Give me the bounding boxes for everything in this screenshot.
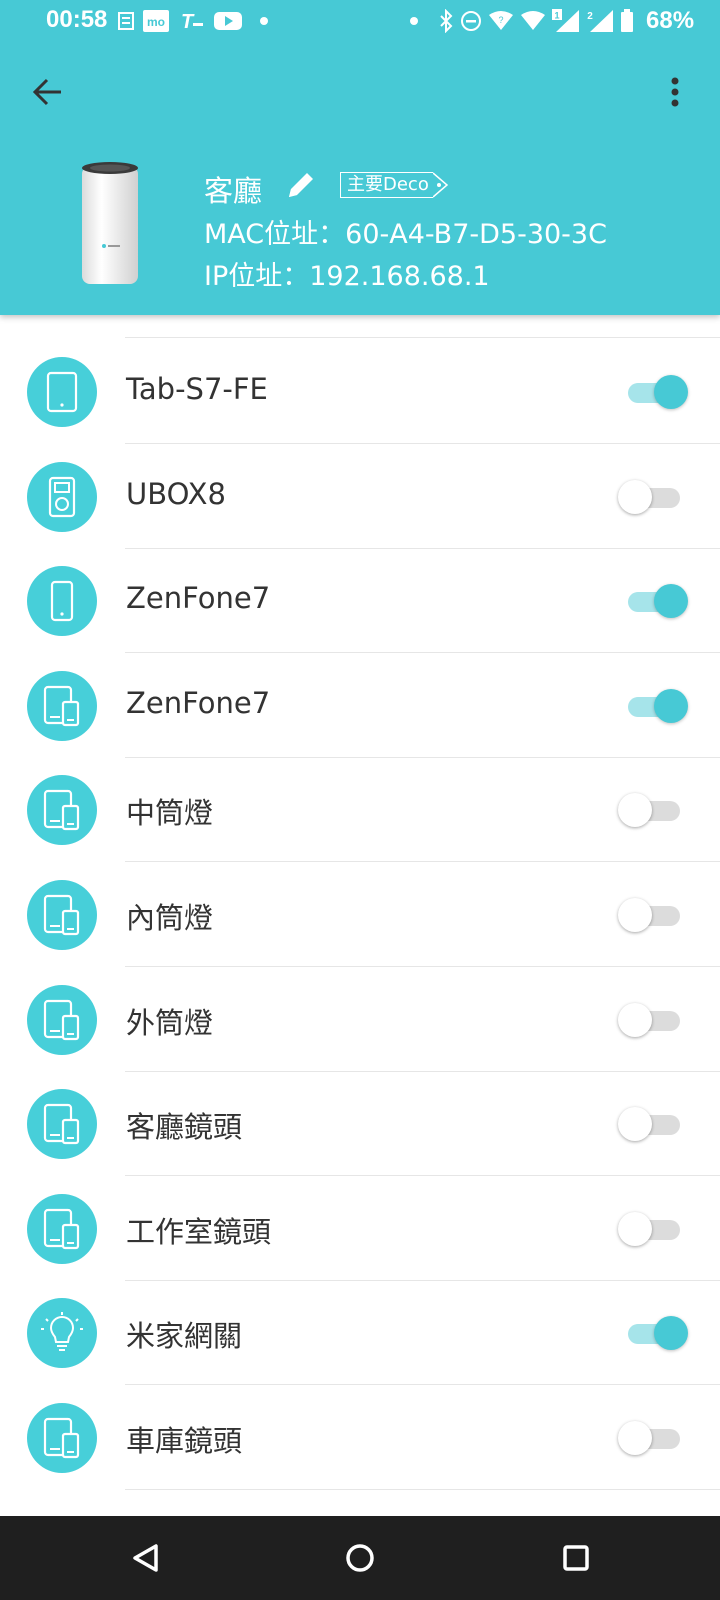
lightbulb-icon xyxy=(27,1298,97,1369)
nav-home-icon[interactable] xyxy=(340,1538,380,1578)
toggle-thumb xyxy=(618,1211,652,1246)
device-name-label: 工作室鏡頭 xyxy=(126,1214,272,1249)
client-device-list[interactable]: Tab-S7-FE UBOX8 ZenFone7 ZenFone7 中筒燈內筒燈外筒燈客… xyxy=(0,315,720,1515)
signal-sim1-icon: 1 xyxy=(552,9,579,32)
battery-icon xyxy=(621,9,633,32)
multi-device-icon xyxy=(27,1403,97,1473)
edit-pencil-icon[interactable] xyxy=(284,168,318,202)
youtube-icon xyxy=(214,12,242,30)
mo-app-icon: mo xyxy=(143,10,169,32)
toggle-thumb xyxy=(654,375,688,409)
toggle-thumb xyxy=(618,1002,652,1037)
device-name-label: 車庫鏡頭 xyxy=(126,1424,243,1458)
toggle-thumb xyxy=(618,1421,652,1455)
status-bar: 00:58 mo T ? 1 2 68% xyxy=(0,0,720,42)
device-toggle-switch[interactable] xyxy=(620,372,690,412)
device-toggle-switch[interactable] xyxy=(618,477,690,517)
battery-percent: 68% xyxy=(646,7,695,34)
device-row[interactable]: 客廳鏡頭 xyxy=(0,1070,720,1177)
dnd-icon xyxy=(461,11,481,31)
device-name-label: Tab-S7-FE xyxy=(126,372,268,406)
indicator-dot xyxy=(410,17,418,25)
nav-recents-icon[interactable] xyxy=(556,1538,596,1578)
more-notifications-dot xyxy=(260,17,268,25)
device-toggle-switch[interactable] xyxy=(618,1209,690,1249)
device-mac: MAC位址：60-A4-B7-D5-30-3C xyxy=(204,219,607,250)
main-deco-badge-label: 主要Deco xyxy=(340,172,433,198)
status-time: 00:58 xyxy=(46,6,108,33)
status-icons-right: ? 1 2 68% xyxy=(410,6,694,36)
toggle-thumb xyxy=(618,898,652,932)
bluetooth-icon xyxy=(440,9,453,33)
device-row[interactable]: Tab-S7-FE xyxy=(0,338,720,444)
toggle-thumb xyxy=(654,688,688,723)
device-row[interactable]: ZenFone7 xyxy=(0,652,720,758)
device-row[interactable]: 中筒燈 xyxy=(0,756,720,863)
device-name-label: 外筒燈 xyxy=(126,1005,214,1040)
wifi-icon: ? xyxy=(489,11,513,30)
device-name-label: 中筒燈 xyxy=(126,796,214,831)
svg-text:1: 1 xyxy=(554,11,559,21)
multi-device-icon xyxy=(27,1193,97,1264)
multi-device-icon xyxy=(27,1089,97,1160)
device-toggle-switch[interactable] xyxy=(618,895,690,935)
more-options-icon[interactable] xyxy=(660,72,690,112)
svg-text:mo: mo xyxy=(147,15,165,29)
device-name: 客廳 xyxy=(204,174,263,208)
main-deco-badge: 主要Deco xyxy=(340,172,449,198)
wifi-2-icon xyxy=(521,11,545,30)
device-row[interactable]: 米家網關 xyxy=(0,1279,720,1386)
device-toggle-switch[interactable] xyxy=(618,1104,690,1144)
media-box-icon xyxy=(27,461,97,532)
device-row[interactable]: 外筒燈 xyxy=(0,966,720,1072)
svg-text:T: T xyxy=(181,11,195,33)
phone-icon xyxy=(27,566,97,637)
multi-device-icon xyxy=(27,880,97,950)
toggle-thumb xyxy=(618,1107,652,1142)
device-name-label: UBOX8 xyxy=(126,476,226,511)
device-toggle-switch[interactable] xyxy=(618,790,690,830)
list-divider xyxy=(125,1489,720,1490)
device-name-label: 客廳鏡頭 xyxy=(126,1110,243,1145)
toggle-thumb xyxy=(618,479,652,514)
system-nav-bar xyxy=(0,1516,720,1600)
device-toggle-switch[interactable] xyxy=(620,581,690,621)
device-name-label: ZenFone7 xyxy=(126,581,271,616)
device-row[interactable]: 內筒燈 xyxy=(0,861,720,967)
tablet-icon xyxy=(27,357,97,427)
multi-device-icon xyxy=(27,984,97,1055)
nav-back-icon[interactable] xyxy=(126,1538,166,1578)
status-icons-left: mo T xyxy=(118,8,268,34)
device-toggle-switch[interactable] xyxy=(618,1000,690,1040)
multi-device-icon xyxy=(27,775,97,846)
device-name-label: 米家網關 xyxy=(126,1319,243,1354)
device-row[interactable]: 車庫鏡頭 xyxy=(0,1384,720,1490)
back-arrow-icon[interactable] xyxy=(28,72,68,112)
svg-text:2: 2 xyxy=(587,11,593,22)
t-app-icon: T xyxy=(181,11,203,33)
device-name-label: 內筒燈 xyxy=(126,901,214,935)
deco-device-image xyxy=(82,162,138,284)
notification-icon xyxy=(118,12,134,30)
device-row[interactable]: 工作室鏡頭 xyxy=(0,1175,720,1281)
device-name-label: ZenFone7 xyxy=(126,685,271,720)
device-row[interactable]: ZenFone7 xyxy=(0,547,720,654)
signal-sim2-icon: 2 xyxy=(587,10,613,32)
device-row[interactable]: UBOX8 xyxy=(0,443,720,549)
badge-tag-tip xyxy=(432,172,448,198)
multi-device-icon xyxy=(27,670,97,741)
device-toggle-switch[interactable] xyxy=(620,1313,690,1353)
device-toggle-switch[interactable] xyxy=(618,1418,690,1458)
device-toggle-switch[interactable] xyxy=(620,686,690,726)
device-ip: IP位址：192.168.68.1 xyxy=(204,261,490,292)
toggle-thumb xyxy=(654,584,688,619)
toggle-thumb xyxy=(618,793,652,828)
toggle-thumb xyxy=(654,1316,688,1351)
svg-text:?: ? xyxy=(498,15,503,25)
device-header: 客廳 主要Deco MAC位址：60-A4-B7-D5-30-3C IP位址：1… xyxy=(0,42,720,315)
